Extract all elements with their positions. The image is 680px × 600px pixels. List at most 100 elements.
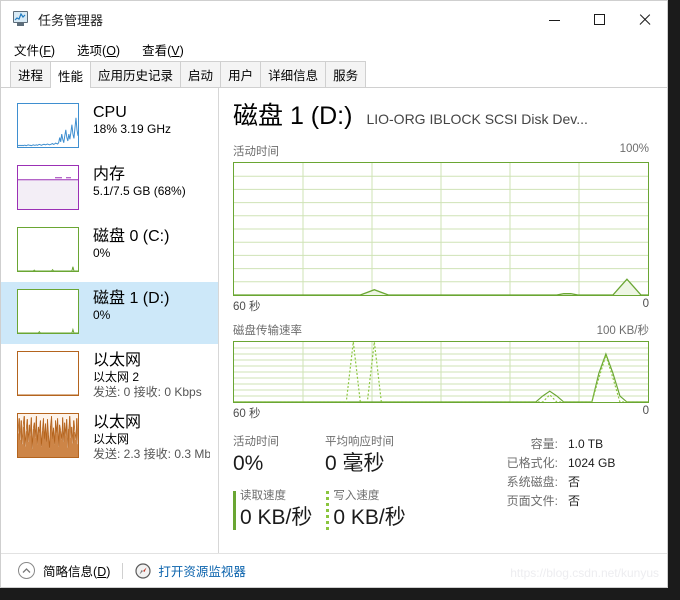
avg-response-stat-value: 0 毫秒 bbox=[325, 452, 385, 475]
sidebar-item-disk1-sub: 0% bbox=[93, 308, 111, 322]
info-val-system-disk: 否 bbox=[568, 475, 581, 489]
info-key-capacity: 容量: bbox=[530, 437, 558, 451]
info-val-capacity: 1.0 TB bbox=[568, 437, 604, 451]
transfer-rate-chart-block: 磁盘传输速率 100 KB/秒 60 秒 0 bbox=[233, 322, 649, 421]
transfer-rate-chart[interactable] bbox=[233, 341, 649, 403]
active-time-chart-labels: 活动时间 100% bbox=[233, 143, 649, 159]
menu-file-accel: F bbox=[43, 43, 51, 58]
sidebar-item-memory[interactable]: 内存 5.1/7.5 GB (68%) bbox=[1, 158, 218, 220]
minimize-button[interactable] bbox=[532, 1, 577, 37]
page-title: 磁盘 1 (D:) bbox=[233, 102, 353, 130]
info-row-formatted: 已格式化: 1024 GB bbox=[494, 454, 649, 473]
transfer-rate-chart-xright: 0 bbox=[642, 405, 649, 417]
close-button[interactable] bbox=[622, 1, 667, 37]
status-bar-separator bbox=[122, 562, 124, 579]
sidebar-item-disk0[interactable]: 磁盘 0 (C:) 0% bbox=[1, 220, 218, 282]
active-time-chart-axis: 60 秒 0 bbox=[233, 298, 649, 314]
content-area: CPU 18% 3.19 GHz 内存 5.1/7.5 GB (68%) 磁盘 … bbox=[1, 88, 667, 553]
info-val-formatted: 1024 GB bbox=[568, 456, 616, 470]
close-icon bbox=[639, 13, 651, 25]
tab-processes[interactable]: 进程 bbox=[10, 61, 52, 87]
active-time-chart-title: 活动时间 bbox=[233, 146, 279, 158]
transfer-rate-chart-xleft: 60 秒 bbox=[233, 408, 261, 420]
sidebar-item-ethernet1-name: 以太网 bbox=[93, 414, 142, 431]
panel-header: 磁盘 1 (D:) LIO-ORG IBLOCK SCSI Disk Dev..… bbox=[233, 102, 649, 130]
window-title: 任务管理器 bbox=[38, 12, 104, 28]
sidebar-item-ethernet2[interactable]: 以太网 以太网 2 发送: 0 接收: 0 Kbps bbox=[1, 344, 218, 406]
sidebar-item-cpu-sub: 18% 3.19 GHz bbox=[93, 122, 172, 136]
sidebar-item-disk0-sub: 0% bbox=[93, 246, 111, 260]
active-time-chart-xright: 0 bbox=[642, 298, 649, 310]
chevron-up-icon bbox=[18, 562, 35, 579]
disk1-mini-graph bbox=[17, 289, 79, 334]
avg-response-stat: 平均响应时间 0 毫秒 bbox=[325, 435, 394, 478]
active-time-stat-value: 0% bbox=[233, 452, 264, 475]
info-row-page-file: 页面文件: 否 bbox=[494, 492, 649, 511]
tab-startup[interactable]: 启动 bbox=[180, 61, 222, 87]
read-speed-stat: 读取速度 0 KB/秒 bbox=[233, 489, 312, 532]
write-speed-caption: 写入速度 bbox=[333, 490, 380, 502]
ethernet2-mini-graph bbox=[17, 351, 79, 396]
sidebar-item-disk0-text: 磁盘 0 (C:) 0% bbox=[93, 227, 169, 261]
transfer-rate-chart-axis: 60 秒 0 bbox=[233, 405, 649, 421]
read-speed-legend-icon bbox=[233, 491, 236, 530]
fewer-details-button[interactable]: 简略信息(D) bbox=[18, 561, 110, 580]
menu-file[interactable]: 文件(F) bbox=[14, 40, 55, 59]
sidebar-item-disk1[interactable]: 磁盘 1 (D:) 0% bbox=[1, 282, 218, 344]
sidebar-item-disk0-name: 磁盘 0 (C:) bbox=[93, 228, 170, 245]
cpu-mini-graph bbox=[17, 103, 79, 148]
sidebar-item-ethernet1[interactable]: 以太网 以太网 发送: 2.3 接收: 0.3 Mb bbox=[1, 406, 218, 468]
fewer-details-label: 简略信息 bbox=[43, 565, 94, 579]
fewer-details-accel: D bbox=[97, 565, 107, 579]
active-time-chart[interactable] bbox=[233, 162, 649, 296]
info-key-page-file: 页面文件: bbox=[506, 494, 558, 508]
menu-file-label: 文件 bbox=[14, 43, 40, 58]
window-controls bbox=[532, 1, 667, 37]
menu-view[interactable]: 查看(V) bbox=[142, 40, 184, 59]
sidebar-item-ethernet2-name: 以太网 bbox=[93, 352, 142, 369]
sidebar-item-ethernet2-rate: 发送: 0 接收: 0 Kbps bbox=[93, 385, 202, 399]
sidebar-item-cpu-text: CPU 18% 3.19 GHz bbox=[93, 103, 171, 137]
read-write-row: 读取速度 0 KB/秒 写入速度 0 KB/秒 bbox=[233, 489, 488, 532]
stats-left-column: 活动时间 0% 平均响应时间 0 毫秒 读取速度 0 KB/秒 写入速度 0 K… bbox=[233, 435, 488, 532]
open-resource-monitor-label: 打开资源监视器 bbox=[158, 565, 246, 579]
open-resource-monitor-link[interactable]: 打开资源监视器 bbox=[135, 561, 246, 580]
transfer-rate-chart-ymax: 100 KB/秒 bbox=[596, 325, 649, 337]
status-bar: 简略信息(D) 打开资源监视器 bbox=[1, 553, 667, 587]
tab-details[interactable]: 详细信息 bbox=[260, 61, 327, 87]
resource-monitor-icon bbox=[135, 562, 151, 579]
sidebar-item-memory-text: 内存 5.1/7.5 GB (68%) bbox=[93, 165, 186, 199]
task-manager-window: 任务管理器 文件(F) 选项(O) 查看(V) 进程 性能 应用历史记录 启动 … bbox=[0, 0, 668, 588]
tab-services[interactable]: 服务 bbox=[325, 61, 367, 87]
resource-sidebar: CPU 18% 3.19 GHz 内存 5.1/7.5 GB (68%) 磁盘 … bbox=[1, 88, 219, 553]
read-speed-caption: 读取速度 bbox=[240, 490, 286, 502]
maximize-button[interactable] bbox=[577, 1, 622, 37]
stats-primary-row: 活动时间 0% 平均响应时间 0 毫秒 bbox=[233, 435, 488, 478]
write-speed-legend-icon bbox=[326, 491, 330, 530]
maximize-icon bbox=[594, 13, 605, 25]
sidebar-item-cpu-name: CPU bbox=[93, 104, 127, 121]
tab-users[interactable]: 用户 bbox=[220, 61, 262, 87]
write-speed-stat: 写入速度 0 KB/秒 bbox=[326, 489, 406, 532]
menu-bar: 文件(F) 选项(O) 查看(V) bbox=[1, 37, 667, 61]
task-manager-icon bbox=[12, 10, 30, 28]
active-time-chart-block: 活动时间 100% 60 秒 0 bbox=[233, 143, 649, 314]
sidebar-item-ethernet1-rate: 发送: 2.3 接收: 0.3 Mb bbox=[93, 447, 210, 461]
menu-options[interactable]: 选项(O) bbox=[77, 40, 120, 59]
memory-mini-graph bbox=[17, 165, 79, 210]
read-speed-value: 0 KB/秒 bbox=[240, 506, 313, 529]
sidebar-item-disk1-name: 磁盘 1 (D:) bbox=[93, 290, 170, 307]
ethernet1-mini-graph bbox=[17, 413, 79, 458]
menu-view-label: 查看 bbox=[142, 43, 168, 58]
sidebar-item-ethernet1-text: 以太网 以太网 发送: 2.3 接收: 0.3 Mb bbox=[93, 413, 210, 462]
title-bar: 任务管理器 bbox=[1, 1, 667, 37]
sidebar-item-ethernet2-text: 以太网 以太网 2 发送: 0 接收: 0 Kbps bbox=[93, 351, 202, 400]
stats-area: 活动时间 0% 平均响应时间 0 毫秒 读取速度 0 KB/秒 写入速度 0 K… bbox=[233, 435, 649, 532]
sidebar-item-disk1-text: 磁盘 1 (D:) 0% bbox=[93, 289, 169, 323]
menu-options-label: 选项 bbox=[77, 43, 103, 58]
sidebar-item-cpu[interactable]: CPU 18% 3.19 GHz bbox=[1, 96, 218, 158]
disk-info-column: 容量: 1.0 TB 已格式化: 1024 GB 系统磁盘: 否 页面文件: 否 bbox=[488, 435, 649, 532]
tab-performance[interactable]: 性能 bbox=[50, 61, 92, 88]
tab-app-history[interactable]: 应用历史记录 bbox=[90, 61, 182, 87]
tab-strip: 进程 性能 应用历史记录 启动 用户 详细信息 服务 bbox=[1, 61, 667, 88]
